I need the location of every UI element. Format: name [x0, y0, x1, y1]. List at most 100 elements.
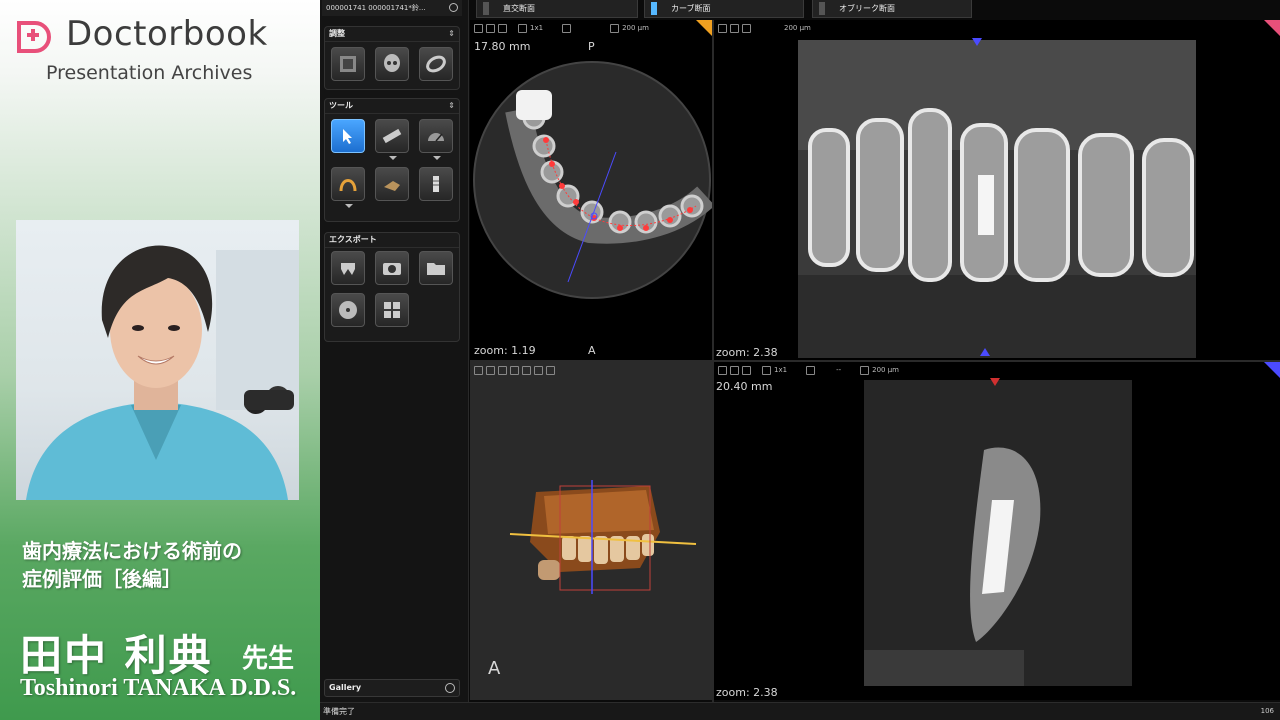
- chevron-down-icon[interactable]: [345, 204, 353, 208]
- slice-dash: --: [836, 366, 842, 374]
- fit-icon[interactable]: [486, 365, 495, 375]
- folder-icon: [427, 263, 445, 275]
- measure-tool-button[interactable]: [375, 119, 409, 160]
- burn-disc-button[interactable]: [331, 293, 365, 327]
- print-layout-button[interactable]: [375, 293, 409, 327]
- select-tool-button[interactable]: [331, 119, 365, 153]
- talk-title: 歯内療法における術前の 症例評価［後編］: [22, 537, 312, 593]
- export-section-header[interactable]: エクスポート: [325, 233, 459, 248]
- plane-marker-top-icon: [990, 378, 1000, 386]
- cross-section-viewport[interactable]: 1x1 -- 200 μm 20.40 mm zoom: 2.38: [714, 362, 1280, 700]
- view-side-icon[interactable]: [522, 365, 531, 375]
- corner-marker-icon: [1264, 362, 1280, 378]
- plane-marker-top-icon: [972, 38, 982, 46]
- zoom-readout: zoom: 2.38: [716, 346, 778, 359]
- speaker-name-jp: 田中 利典: [20, 631, 213, 680]
- cursor-icon: [343, 129, 352, 144]
- dental-arch-button[interactable]: [419, 47, 453, 81]
- tab-curve-label: カーブ断面: [671, 4, 711, 13]
- adjust-section-header[interactable]: 調整 ⇕: [325, 27, 459, 42]
- implant-icon: [433, 176, 439, 192]
- skull-icon: [384, 54, 400, 72]
- export-section: エクスポート: [324, 232, 460, 342]
- corner-marker-icon: [1264, 20, 1280, 36]
- orientation-label-3d: A: [488, 658, 501, 679]
- arch-curve-icon: [339, 179, 357, 192]
- layout-icon[interactable]: [718, 23, 727, 33]
- tools-section-title: ツール: [329, 101, 353, 110]
- tab-oblique[interactable]: オブリーク断面: [812, 0, 972, 18]
- mandible-icon: [384, 181, 400, 191]
- copy-icon[interactable]: [806, 365, 816, 375]
- adjust-section-title: 調整: [329, 29, 345, 38]
- link-icon[interactable]: [498, 365, 507, 375]
- volume-adjust-button[interactable]: [331, 47, 365, 81]
- angle-tool-button[interactable]: [419, 119, 453, 160]
- ratio-checkbox[interactable]: [762, 365, 771, 375]
- skull-render-button[interactable]: [375, 47, 409, 81]
- collapse-icon[interactable]: ⇕: [448, 99, 455, 113]
- gallery-bar[interactable]: Gallery: [324, 679, 460, 697]
- axial-viewport[interactable]: 1x1 200 μm 17.80 mm P R A zoom: 1.19: [470, 20, 712, 360]
- view-top-icon[interactable]: [534, 365, 543, 375]
- layout-icon[interactable]: [718, 365, 727, 375]
- ruler-icon: [382, 128, 402, 144]
- speaker-honorific: 先生: [242, 644, 295, 674]
- brand-subtitle: Presentation Archives: [46, 62, 253, 84]
- patient-selector[interactable]: 000001741 000001741*鈴...: [322, 0, 462, 16]
- teeth-model-icon: [341, 263, 355, 275]
- status-bar: 準備完了 106: [320, 702, 1280, 720]
- export-model-button[interactable]: [331, 251, 365, 285]
- fit-icon[interactable]: [730, 365, 739, 375]
- link-icon[interactable]: [742, 23, 751, 33]
- tab-curve[interactable]: カーブ断面: [644, 0, 804, 18]
- bone-volume-icon: [340, 56, 356, 72]
- layout-icon[interactable]: [474, 365, 483, 375]
- tab-marker: [483, 2, 489, 15]
- tab-orthogonal-label: 直交断面: [503, 4, 535, 13]
- chevron-down-icon[interactable]: [389, 156, 397, 160]
- status-frame-count: 106: [1260, 707, 1274, 715]
- link-icon[interactable]: [742, 365, 751, 375]
- disc-icon: [339, 301, 357, 319]
- cross-section-ct-image: [864, 380, 1132, 686]
- cross-section-toolbar: 1x1 -- 200 μm: [718, 364, 899, 376]
- view-front-icon[interactable]: [510, 365, 519, 375]
- doctorbook-logo-icon: [17, 21, 51, 53]
- adjust-section: 調整 ⇕: [324, 26, 460, 90]
- speaker-name-en: Toshinori TANAKA D.D.S.: [20, 675, 297, 701]
- gallery-expand-icon[interactable]: [445, 683, 455, 693]
- branding-panel: Doctorbook Presentation Archives 歯内療法におけ: [0, 0, 320, 720]
- viewport-divider-horizontal[interactable]: [470, 360, 1280, 362]
- save-folder-button[interactable]: [419, 251, 453, 285]
- tab-orthogonal[interactable]: 直交断面: [476, 0, 638, 18]
- render-3d-viewport[interactable]: A: [470, 362, 712, 700]
- gallery-label: Gallery: [329, 683, 362, 692]
- plane-marker-bottom-icon: [980, 348, 990, 356]
- collapse-icon[interactable]: ⇕: [448, 27, 455, 41]
- scale-label: 200 μm: [872, 366, 899, 374]
- screenshot-button[interactable]: [375, 251, 409, 285]
- implant-tool-button[interactable]: [419, 167, 453, 201]
- grid-layout-icon: [384, 302, 400, 318]
- scale-icon[interactable]: [860, 365, 870, 375]
- brand-name: Doctorbook: [66, 14, 268, 54]
- curve-tool-button[interactable]: [331, 167, 365, 208]
- nerve-tool-button[interactable]: [375, 167, 409, 201]
- dental-arch-icon: [426, 55, 446, 73]
- tools-section-header[interactable]: ツール ⇕: [325, 99, 459, 114]
- tab-marker: [819, 2, 825, 15]
- speaker-photo: [16, 220, 299, 500]
- fit-icon[interactable]: [730, 23, 739, 33]
- view-reset-icon[interactable]: [546, 365, 555, 375]
- ratio-label: 1x1: [774, 366, 788, 374]
- protractor-icon: [428, 133, 444, 142]
- tab-marker: [651, 2, 657, 15]
- patient-menu-icon[interactable]: [449, 3, 458, 12]
- scale-label: 200 μm: [784, 24, 811, 32]
- camera-icon: [383, 263, 401, 275]
- panoramic-viewport[interactable]: 200 μm zoom: 2.38: [714, 20, 1280, 360]
- talk-title-line2: 症例評価［後編］: [22, 567, 182, 591]
- chevron-down-icon[interactable]: [433, 156, 441, 160]
- tab-oblique-label: オブリーク断面: [839, 4, 895, 13]
